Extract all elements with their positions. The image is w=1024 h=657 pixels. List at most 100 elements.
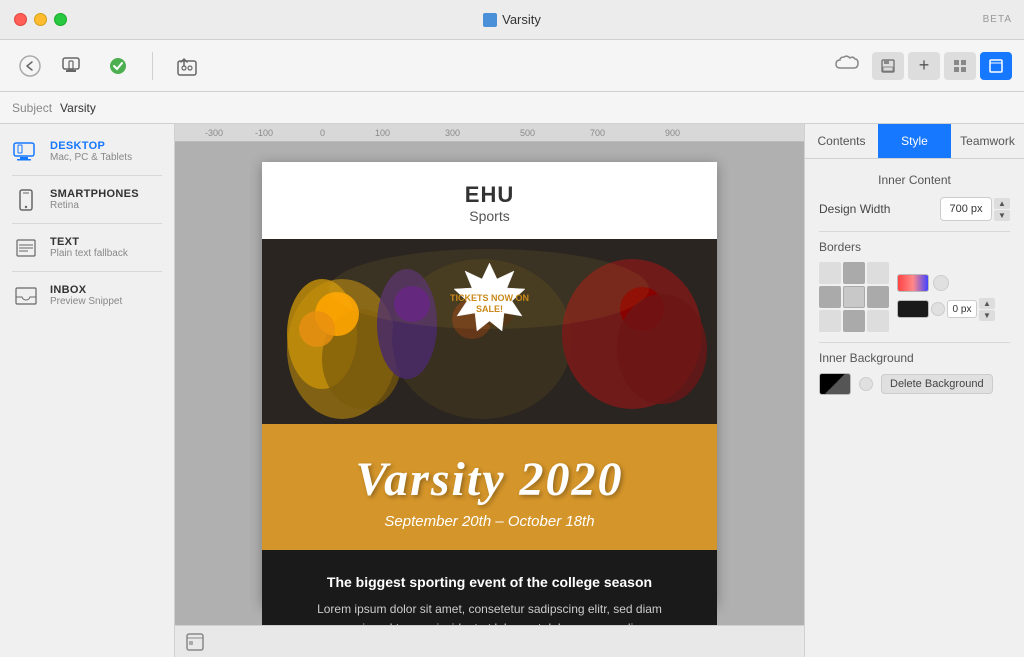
minimize-button[interactable] [34, 13, 47, 26]
window-icon-btn[interactable] [980, 52, 1012, 80]
sidebar-smartphones-sublabel: Retina [50, 200, 139, 211]
border-px-up[interactable]: ▲ [979, 298, 995, 309]
tab-teamwork[interactable]: Teamwork [951, 124, 1024, 158]
subject-value: Varsity [60, 101, 96, 115]
sidebar-inbox-text: INBOX Preview Snippet [50, 284, 122, 307]
back-button[interactable] [12, 48, 48, 84]
inner-bg-swatch[interactable] [819, 373, 851, 395]
border-cell-tl[interactable] [819, 262, 841, 284]
design-width-row: Design Width 700 px ▲ ▼ [819, 197, 1010, 221]
design-width-stepper: ▲ ▼ [994, 198, 1010, 221]
sidebar-divider-3 [12, 271, 162, 272]
sidebar-item-inbox[interactable]: INBOX Preview Snippet [0, 276, 174, 315]
border-color-top-row [897, 274, 1010, 292]
border-cell-center[interactable] [843, 286, 865, 308]
sidebar-divider-1 [12, 175, 162, 176]
maximize-button[interactable] [54, 13, 67, 26]
inner-bg-picker[interactable] [859, 377, 873, 391]
sidebar-item-smartphones[interactable]: SMARTPHONES Retina [0, 180, 174, 219]
toolbar-right-group: + [834, 52, 1012, 80]
border-px-stepper: ▲ ▼ [979, 298, 995, 321]
save-icon-btn[interactable] [872, 52, 904, 80]
borders-grid: 0 px ▲ ▼ [819, 262, 1010, 332]
divider-2 [819, 342, 1010, 343]
toolbar-btn-group: + [872, 52, 1012, 80]
design-width-value[interactable]: 700 px [940, 197, 992, 221]
borders-title: Borders [819, 240, 1010, 254]
bottom-icon[interactable] [183, 630, 207, 654]
border-cell-tr[interactable] [867, 262, 889, 284]
smartphone-icon [12, 189, 40, 211]
hero-bg: TICKETS NOW ON SALE! [262, 239, 717, 424]
sidebar-item-desktop[interactable]: DESKTOP Mac, PC & Tablets [0, 132, 174, 171]
email-header: EHU Sports [262, 162, 717, 239]
sidebar-desktop-text: DESKTOP Mac, PC & Tablets [50, 140, 132, 163]
border-cell-ml[interactable] [819, 286, 841, 308]
sidebar-desktop-sublabel: Mac, PC & Tablets [50, 152, 132, 163]
border-cell-bl[interactable] [819, 310, 841, 332]
subject-bar: Subject Varsity [0, 92, 1024, 124]
bottom-bar [175, 625, 804, 657]
border-px-down[interactable]: ▼ [979, 310, 995, 321]
border-cell-tc[interactable] [843, 262, 865, 284]
subject-label: Subject [12, 101, 52, 115]
design-width-input: 700 px ▲ ▼ [940, 197, 1010, 221]
canvas-scroll[interactable]: EHU Sports [175, 142, 804, 625]
email-canvas: EHU Sports [262, 162, 717, 605]
border-cell-br[interactable] [867, 310, 889, 332]
main-area: DESKTOP Mac, PC & Tablets SMARTPHONES Re… [0, 124, 1024, 657]
layout-icon-btn[interactable] [944, 52, 976, 80]
window-title: Varsity [483, 12, 541, 27]
ruler-top: -300 -100 0 100 300 500 700 900 [175, 124, 804, 142]
app-icon [483, 13, 497, 27]
window-controls [14, 13, 67, 26]
cloud-icon[interactable] [834, 54, 860, 78]
sidebar-inbox-sublabel: Preview Snippet [50, 296, 122, 307]
tab-style[interactable]: Style [878, 124, 951, 158]
event-headline: The biggest sporting event of the colleg… [302, 574, 677, 590]
share-icon[interactable] [169, 48, 205, 84]
border-box-grid [819, 262, 889, 332]
device-icon[interactable] [56, 48, 92, 84]
border-bg-picker[interactable] [931, 302, 945, 316]
varsity-dates: September 20th – October 18th [282, 513, 697, 530]
text-icon [12, 237, 40, 259]
sidebar-text-label: TEXT [50, 236, 128, 248]
panel-content: Inner Content Design Width 700 px ▲ ▼ Bo… [805, 159, 1024, 409]
panel-tabs: Contents Style Teamwork [805, 124, 1024, 159]
sidebar-desktop-label: DESKTOP [50, 140, 132, 152]
border-cell-bc[interactable] [843, 310, 865, 332]
tab-contents[interactable]: Contents [805, 124, 878, 158]
tickets-badge: TICKETS NOW ON SALE! [445, 259, 535, 349]
email-logo-org: EHU [272, 182, 707, 208]
delete-background-button[interactable]: Delete Background [881, 374, 993, 394]
inner-background-section: Inner Background Delete Background [819, 351, 1010, 395]
email-logo-sub: Sports [272, 208, 707, 224]
border-px-value[interactable]: 0 px [947, 300, 977, 318]
email-hero: TICKETS NOW ON SALE! [262, 239, 717, 424]
left-sidebar: DESKTOP Mac, PC & Tablets SMARTPHONES Re… [0, 124, 175, 657]
inner-bg-row: Delete Background [819, 373, 1010, 395]
toolbar-divider-1 [152, 52, 153, 80]
border-color-picker[interactable] [933, 275, 949, 291]
checkmark-icon[interactable] [100, 48, 136, 84]
stepper-down[interactable]: ▼ [994, 210, 1010, 221]
varsity-title: Varsity 2020 [282, 452, 697, 507]
border-bg-swatch[interactable] [897, 300, 929, 318]
stepper-up[interactable]: ▲ [994, 198, 1010, 209]
sidebar-smartphones-text: SMARTPHONES Retina [50, 188, 139, 211]
close-button[interactable] [14, 13, 27, 26]
sidebar-text-text: TEXT Plain text fallback [50, 236, 128, 259]
badge-text: TICKETS NOW ON SALE! [445, 293, 535, 315]
border-cell-mr[interactable] [867, 286, 889, 308]
divider [819, 231, 1010, 232]
sidebar-divider-2 [12, 223, 162, 224]
desktop-icon [12, 141, 40, 163]
border-color-swatch[interactable] [897, 274, 929, 292]
inbox-icon [12, 285, 40, 307]
sidebar-item-text[interactable]: TEXT Plain text fallback [0, 228, 174, 267]
beta-label: BETA [983, 14, 1012, 25]
add-icon-btn[interactable]: + [908, 52, 940, 80]
canvas-area: -300 -100 0 100 300 500 700 900 EHU Spor… [175, 124, 804, 657]
email-dark-section: The biggest sporting event of the colleg… [262, 550, 717, 625]
